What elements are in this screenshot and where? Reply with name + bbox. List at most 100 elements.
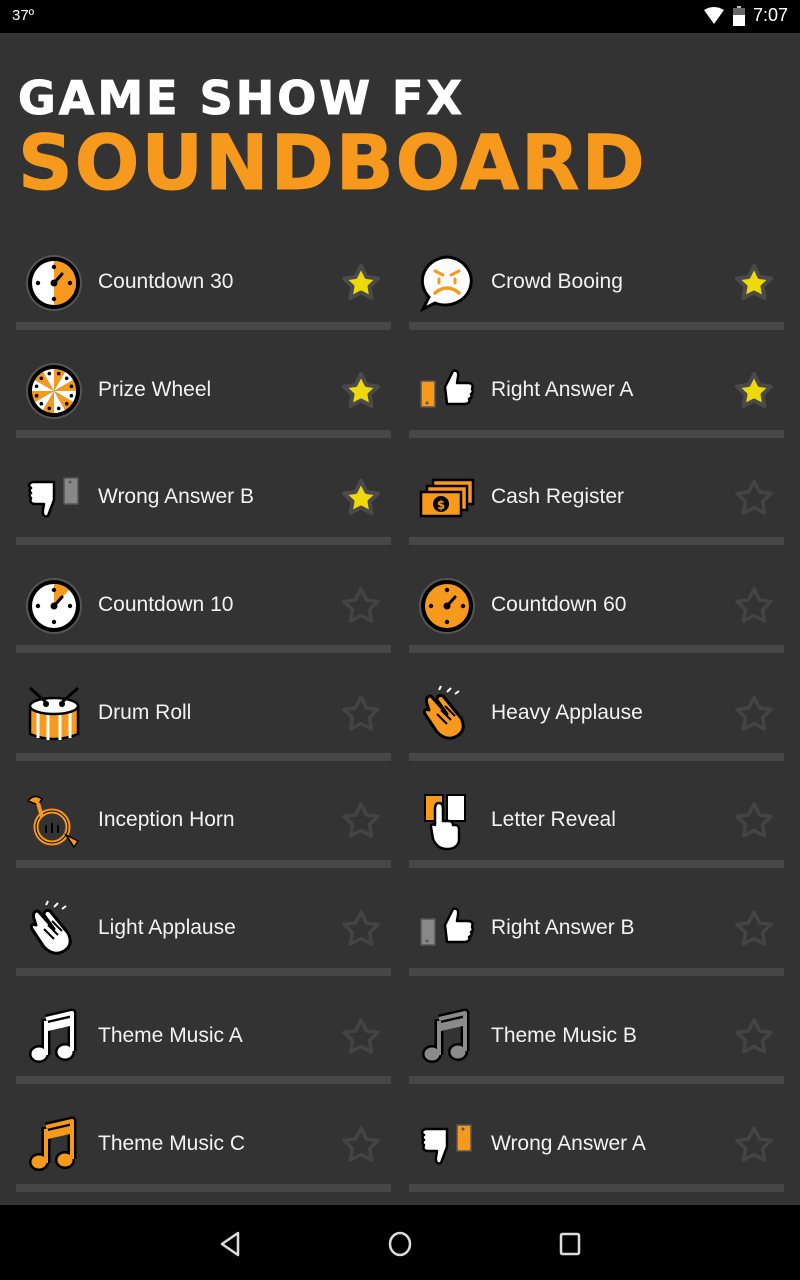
clapping-hands-orange-icon xyxy=(417,684,477,744)
tile-divider xyxy=(16,860,391,869)
tile-divider xyxy=(16,968,391,977)
sound-label: Prize Wheel xyxy=(98,377,212,401)
tile-divider xyxy=(409,429,784,438)
music-note-white-icon xyxy=(24,1007,84,1067)
sound-tile[interactable]: Prize Wheel xyxy=(16,341,391,449)
cash-stack-icon: $ xyxy=(417,468,477,528)
sound-label: Countdown 60 xyxy=(491,593,627,617)
back-button[interactable] xyxy=(213,1227,247,1261)
recents-icon xyxy=(559,1232,581,1256)
tile-divider xyxy=(409,537,784,546)
sound-tile[interactable]: Light Applause xyxy=(16,879,391,987)
status-icons: 7:07 xyxy=(703,5,788,26)
clock-time: 7:07 xyxy=(752,5,788,25)
tile-divider xyxy=(409,645,784,654)
sound-tile[interactable]: Heavy Applause xyxy=(409,664,784,772)
recents-button[interactable] xyxy=(553,1227,587,1261)
sound-label: Crowd Booing xyxy=(491,270,623,293)
favorite-star-outline-icon[interactable] xyxy=(339,1015,383,1059)
sound-label: Theme Music B xyxy=(491,1023,637,1047)
sound-tile[interactable]: Theme Music A xyxy=(16,987,391,1095)
favorite-star-outline-icon[interactable] xyxy=(339,907,383,951)
sound-tile[interactable]: $ Cash Register xyxy=(409,448,784,556)
sound-label: Heavy Applause xyxy=(491,700,643,724)
sound-tile[interactable]: Right Answer A xyxy=(409,341,784,449)
sound-label: Cash Register xyxy=(491,485,625,509)
favorite-star-outline-icon[interactable] xyxy=(732,799,776,843)
music-note-gray-icon xyxy=(417,1007,477,1067)
sound-tile[interactable]: Countdown 30 xyxy=(16,233,391,341)
thumbs-up-orange-icon xyxy=(417,361,477,421)
clock-sliver-icon xyxy=(24,576,84,636)
thumbs-up-gray-icon xyxy=(417,899,477,959)
sound-grid: Countdown 30 Crowd Booing Prize Wheel Righ… xyxy=(16,233,784,1202)
thumbs-down-gray-icon xyxy=(24,468,84,528)
sound-label: Letter Reveal xyxy=(491,808,616,832)
favorite-star-outline-icon[interactable] xyxy=(339,692,383,736)
svg-text:$: $ xyxy=(437,498,445,512)
logo-title-line2: SOUNDBOARD xyxy=(18,118,647,207)
tile-divider xyxy=(409,752,784,761)
battery-icon xyxy=(732,5,745,26)
logo-title-line1: GAME SHOW FX xyxy=(18,71,465,126)
home-button[interactable] xyxy=(383,1227,417,1261)
home-icon xyxy=(388,1231,412,1257)
tile-divider xyxy=(16,322,391,330)
sound-label: Wrong Answer B xyxy=(98,485,255,509)
sound-label: Theme Music C xyxy=(98,1131,246,1155)
sound-tile[interactable]: Theme Music B xyxy=(409,987,784,1095)
favorite-star-filled-icon[interactable] xyxy=(732,261,776,305)
sound-tile[interactable]: Wrong Answer A xyxy=(409,1095,784,1203)
tile-divider xyxy=(16,1075,391,1084)
favorite-star-filled-icon[interactable] xyxy=(339,476,383,520)
sound-tile[interactable]: Letter Reveal xyxy=(409,771,784,879)
tile-divider xyxy=(409,322,784,330)
clock-half-icon xyxy=(24,253,84,313)
thumbs-down-orange-icon xyxy=(417,1115,477,1175)
sound-tile[interactable]: Countdown 60 xyxy=(409,556,784,664)
favorite-star-filled-icon[interactable] xyxy=(732,369,776,413)
music-note-orange-icon xyxy=(24,1115,84,1175)
sound-tile[interactable]: Countdown 10 xyxy=(16,556,391,664)
sound-label: Countdown 30 xyxy=(98,270,234,293)
favorite-star-outline-icon[interactable] xyxy=(339,1123,383,1167)
sound-tile[interactable]: Right Answer B xyxy=(409,879,784,987)
status-bar: 37º 7:07 xyxy=(0,0,800,33)
favorite-star-outline-icon[interactable] xyxy=(732,476,776,520)
favorite-star-outline-icon[interactable] xyxy=(732,584,776,628)
sound-label: Wrong Answer A xyxy=(491,1131,646,1155)
tile-divider xyxy=(16,429,391,438)
sound-label: Countdown 10 xyxy=(98,593,234,617)
favorite-star-outline-icon[interactable] xyxy=(732,692,776,736)
angry-speech-bubble-icon xyxy=(417,253,477,313)
clock-full-icon xyxy=(417,576,477,636)
tile-divider xyxy=(16,1183,391,1192)
temperature-indicator: 37º xyxy=(12,7,35,24)
sound-label: Right Answer A xyxy=(491,377,634,401)
soundboard-app: GAME SHOW FX SOUNDBOARD Countdown 30 Cro… xyxy=(0,33,800,1205)
sound-tile[interactable]: Inception Horn xyxy=(16,771,391,879)
tile-divider xyxy=(16,537,391,546)
tile-divider xyxy=(16,645,391,654)
tile-divider xyxy=(409,968,784,977)
sound-tile[interactable]: Crowd Booing xyxy=(409,233,784,341)
sound-tile[interactable]: Theme Music C xyxy=(16,1095,391,1203)
tile-divider xyxy=(16,752,391,761)
sound-label: Light Applause xyxy=(98,916,236,940)
tile-divider xyxy=(409,1075,784,1084)
sound-tile[interactable]: Wrong Answer B xyxy=(16,448,391,556)
favorite-star-outline-icon[interactable] xyxy=(339,799,383,843)
drum-icon xyxy=(24,684,84,744)
favorite-star-outline-icon[interactable] xyxy=(732,1123,776,1167)
favorite-star-filled-icon[interactable] xyxy=(339,261,383,305)
tile-divider xyxy=(409,860,784,869)
favorite-star-filled-icon[interactable] xyxy=(339,369,383,413)
clapping-hands-white-icon xyxy=(24,899,84,959)
sound-tile[interactable]: Drum Roll xyxy=(16,664,391,772)
favorite-star-outline-icon[interactable] xyxy=(732,1015,776,1059)
favorite-star-outline-icon[interactable] xyxy=(732,907,776,951)
navigation-bar xyxy=(0,1205,800,1280)
favorite-star-outline-icon[interactable] xyxy=(339,584,383,628)
sound-label: Right Answer B xyxy=(491,916,635,940)
french-horn-icon xyxy=(24,791,84,851)
